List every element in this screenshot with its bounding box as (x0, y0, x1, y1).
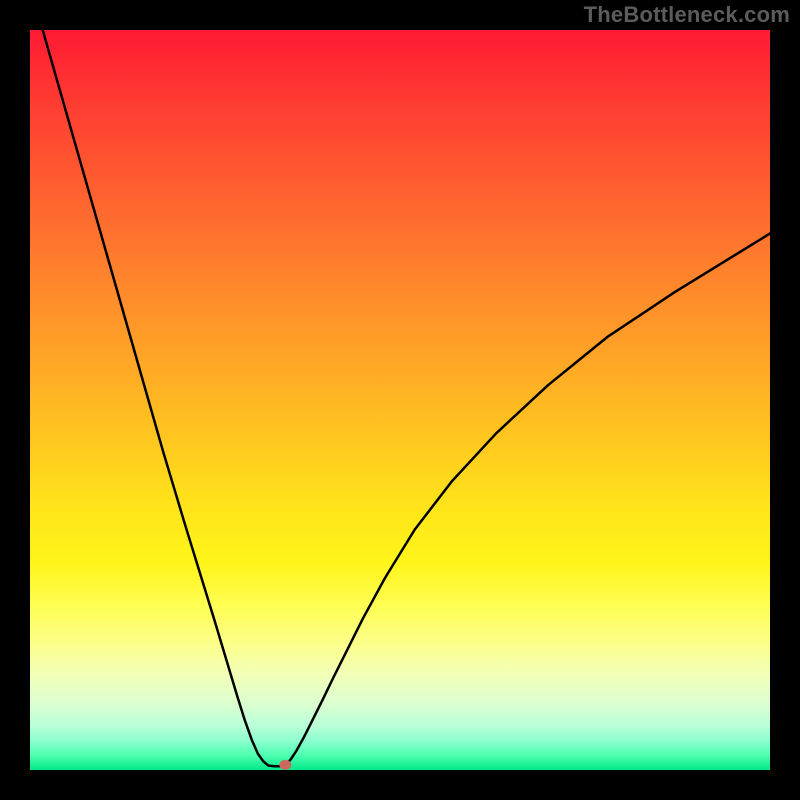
curve-layer (30, 30, 770, 770)
bottleneck-curve (30, 30, 770, 766)
minimum-marker (279, 760, 291, 770)
plot-area (30, 30, 770, 770)
watermark-text: TheBottleneck.com (584, 2, 790, 28)
chart-frame: TheBottleneck.com (0, 0, 800, 800)
